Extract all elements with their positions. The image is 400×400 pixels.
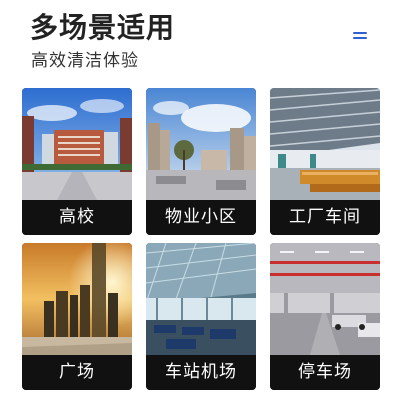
residential-image (146, 88, 256, 200)
scene-label: 广场 (22, 355, 132, 390)
plaza-image (22, 243, 132, 355)
scene-grid: 高校 物业小区 工厂车间 广场 车站机场 停车场 (22, 88, 382, 391)
menu-icon-bar (353, 32, 367, 34)
scene-card-station[interactable]: 车站机场 (146, 243, 256, 390)
campus-image (22, 88, 132, 200)
station-image (146, 243, 256, 355)
scene-card-campus[interactable]: 高校 (22, 88, 132, 235)
page-subtitle: 高效清洁体验 (31, 51, 139, 71)
scene-card-parking[interactable]: 停车场 (270, 243, 380, 390)
menu-icon[interactable] (353, 32, 367, 42)
scene-label: 高校 (22, 200, 132, 235)
scene-label: 车站机场 (146, 355, 256, 390)
page-title: 多场景适用 (30, 11, 176, 44)
scene-label: 工厂车间 (270, 200, 380, 235)
factory-image (270, 88, 380, 200)
scene-card-factory[interactable]: 工厂车间 (270, 88, 380, 235)
scene-label: 物业小区 (146, 200, 256, 235)
scene-card-residential[interactable]: 物业小区 (146, 88, 256, 235)
scene-card-plaza[interactable]: 广场 (22, 243, 132, 390)
parking-image (270, 243, 380, 355)
menu-icon-bar (353, 37, 367, 39)
scene-label: 停车场 (270, 355, 380, 390)
page-header: 多场景适用 高效清洁体验 (0, 0, 400, 80)
